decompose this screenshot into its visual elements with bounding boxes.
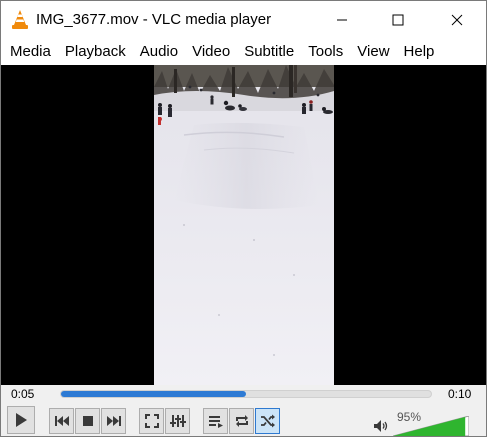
window-title: IMG_3677.mov - VLC media player — [36, 11, 272, 28]
close-button[interactable] — [434, 1, 480, 39]
minimize-button[interactable] — [319, 1, 365, 39]
video-frame — [154, 65, 334, 385]
video-display[interactable] — [1, 65, 486, 385]
playlist-icon — [208, 416, 223, 428]
shuffle-icon — [260, 414, 275, 428]
minimize-icon — [337, 19, 347, 21]
loop-icon — [235, 415, 248, 427]
title-bar[interactable]: IMG_3677.mov - VLC media player — [1, 1, 486, 39]
elapsed-time: 0:05 — [11, 387, 35, 401]
vlc-window: IMG_3677.mov - VLC media player Media Pl… — [0, 0, 487, 437]
fullscreen-button[interactable] — [139, 408, 164, 434]
next-icon — [106, 416, 121, 426]
loop-button[interactable] — [229, 408, 254, 434]
menu-bar: Media Playback Audio Video Subtitle Tool… — [1, 39, 486, 65]
next-button[interactable] — [101, 408, 126, 434]
menu-subtitle[interactable]: Subtitle — [237, 39, 301, 65]
playlist-button[interactable] — [203, 408, 228, 434]
vlc-cone-icon — [12, 10, 28, 29]
play-button[interactable] — [7, 406, 35, 434]
menu-audio[interactable]: Audio — [133, 39, 185, 65]
total-time: 0:10 — [448, 387, 472, 401]
snow-scene-image — [154, 65, 334, 385]
menu-video[interactable]: Video — [185, 39, 237, 65]
menu-view[interactable]: View — [350, 39, 396, 65]
seek-slider[interactable] — [60, 390, 432, 398]
seek-row: 0:05 0:10 — [1, 385, 486, 405]
seek-progress-fill — [61, 391, 246, 397]
close-icon — [451, 14, 463, 26]
volume-slider[interactable] — [393, 416, 469, 436]
stop-button[interactable] — [75, 408, 100, 434]
menu-help[interactable]: Help — [397, 39, 442, 65]
equalizer-icon — [169, 415, 186, 427]
maximize-icon — [392, 14, 404, 26]
play-icon — [16, 413, 27, 427]
menu-media[interactable]: Media — [3, 39, 58, 65]
control-bar: 95% — [1, 405, 486, 436]
random-button[interactable] — [255, 408, 280, 434]
speaker-icon[interactable] — [373, 419, 389, 433]
previous-icon — [54, 416, 69, 426]
fullscreen-icon — [144, 414, 159, 428]
menu-tools[interactable]: Tools — [301, 39, 350, 65]
menu-playback[interactable]: Playback — [58, 39, 133, 65]
extended-settings-button[interactable] — [165, 408, 190, 434]
maximize-button[interactable] — [375, 1, 421, 39]
stop-icon — [82, 416, 93, 426]
previous-button[interactable] — [49, 408, 74, 434]
